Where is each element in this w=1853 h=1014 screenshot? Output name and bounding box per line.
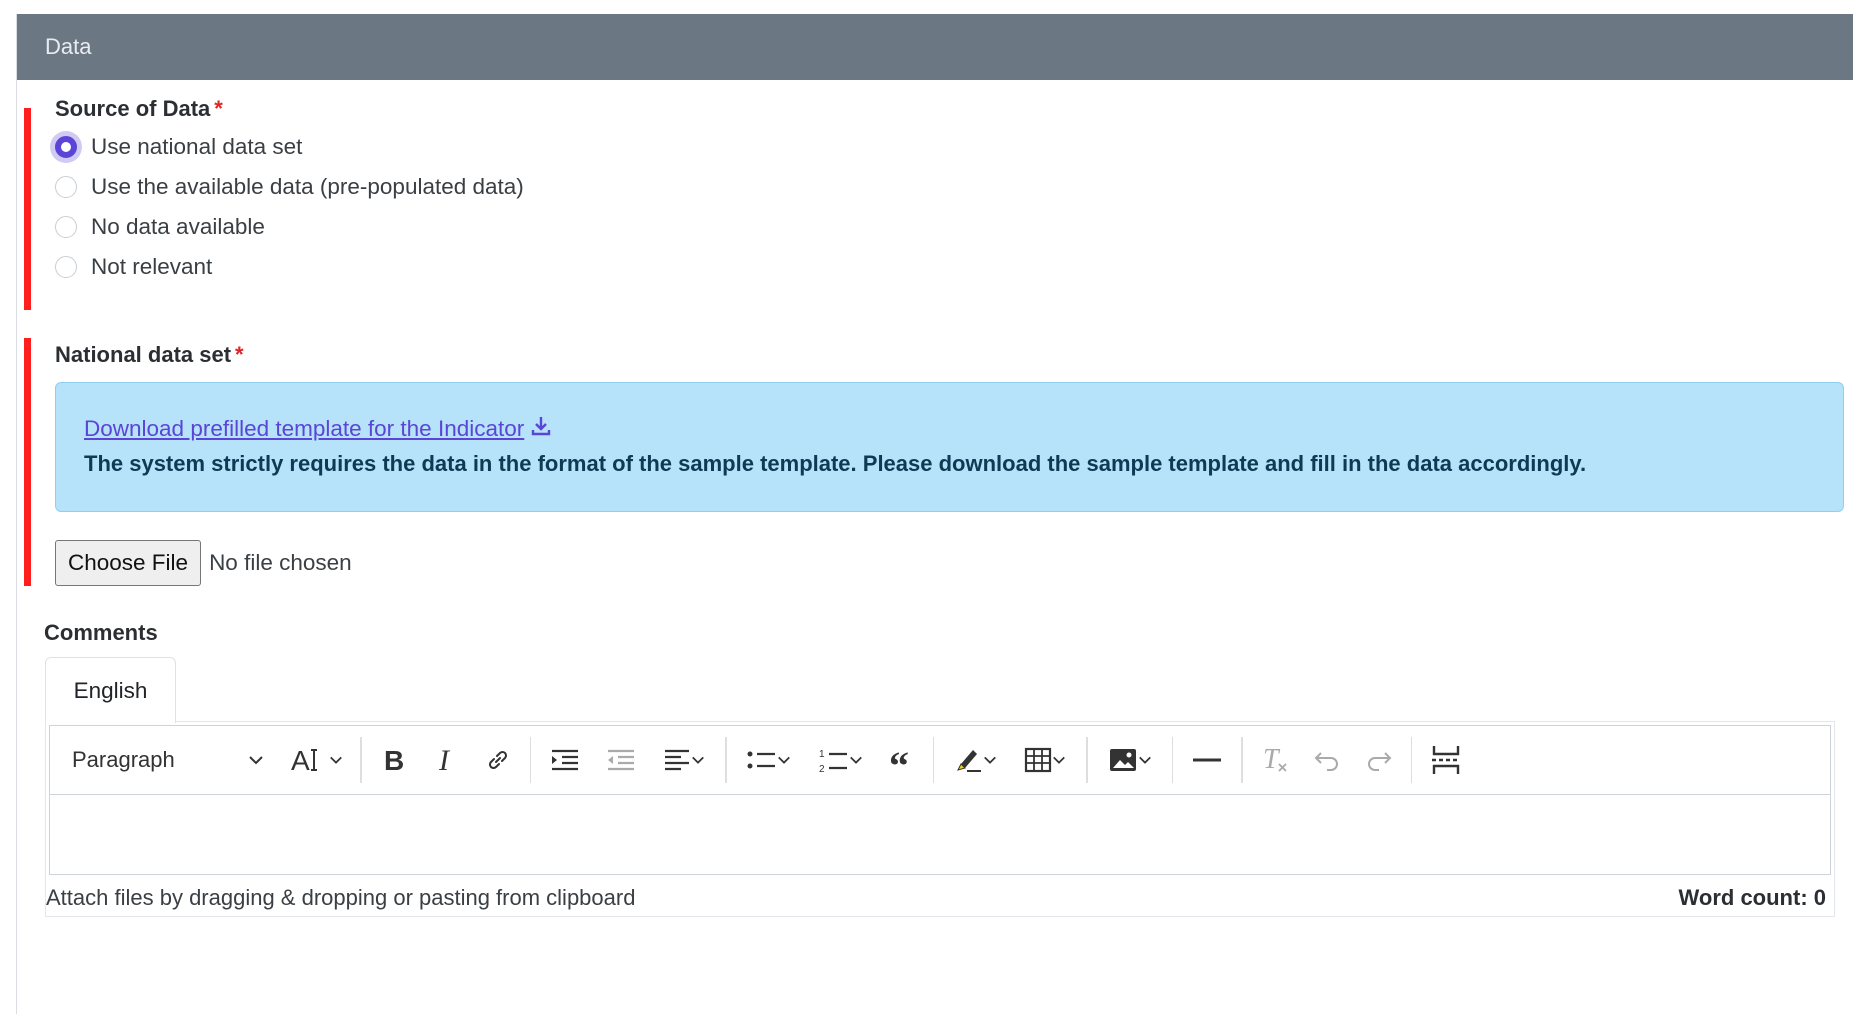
- chevron-down-icon: [329, 755, 343, 765]
- insert-image-dropdown[interactable]: [1094, 726, 1166, 794]
- toolbar-separator: [1171, 737, 1173, 783]
- national-data-set-field: National data set * Download prefilled te…: [24, 338, 1844, 586]
- image-icon: [1108, 747, 1138, 773]
- download-link-text: Download prefilled template for the Indi…: [84, 416, 525, 441]
- editor-status-bar: Attach files by dragging & dropping or p…: [46, 882, 1834, 914]
- block-quote-button[interactable]: “: [877, 726, 927, 794]
- horizontal-line-icon: [1193, 757, 1221, 763]
- indent-icon: [550, 748, 580, 772]
- card-header: Data: [17, 14, 1853, 80]
- tab-english[interactable]: English: [45, 657, 176, 723]
- outdent-button[interactable]: [593, 726, 649, 794]
- svg-text:1: 1: [819, 749, 825, 760]
- download-template-link[interactable]: Download prefilled template for the Indi…: [84, 415, 552, 443]
- toolbar-separator: [1410, 737, 1412, 783]
- comments-label: Comments: [44, 620, 158, 645]
- undo-icon: [1313, 749, 1341, 771]
- bulleted-list-dropdown[interactable]: [733, 726, 805, 794]
- font-size-icon: A: [291, 746, 329, 774]
- chevron-down-icon: [983, 755, 997, 765]
- outdent-icon: [606, 748, 636, 772]
- card-header-title: Data: [45, 34, 92, 59]
- source-of-data-label: Source of Data *: [55, 96, 223, 121]
- svg-text:A: A: [291, 746, 310, 774]
- svg-text:I: I: [438, 746, 451, 774]
- template-requirement-note: The system strictly requires the data in…: [84, 451, 1587, 476]
- undo-button[interactable]: [1301, 726, 1353, 794]
- attach-files-hint: Attach files by dragging & dropping or p…: [46, 885, 636, 910]
- font-size-dropdown[interactable]: A: [280, 726, 354, 794]
- page-break-icon: [1430, 744, 1462, 776]
- toolbar-separator: [360, 737, 362, 783]
- radio-button[interactable]: [55, 176, 77, 198]
- remove-format-button[interactable]: T: [1249, 726, 1301, 794]
- radio-option-no-data[interactable]: No data available: [55, 214, 265, 240]
- required-marker: *: [235, 342, 244, 367]
- toolbar-separator: [1241, 737, 1243, 783]
- toolbar-separator: [725, 737, 727, 783]
- source-of-data-field: Source of Data * Use national data set Us…: [24, 96, 624, 310]
- radio-button[interactable]: [55, 136, 77, 158]
- svg-text:2: 2: [819, 764, 825, 773]
- paragraph-select[interactable]: Paragraph: [50, 726, 280, 794]
- national-data-set-label: National data set *: [55, 342, 244, 367]
- svg-text:B: B: [384, 746, 404, 774]
- link-button[interactable]: [472, 726, 524, 794]
- table-icon: [1024, 747, 1052, 773]
- italic-icon: I: [436, 746, 456, 774]
- choose-file-button[interactable]: Choose File: [55, 540, 202, 586]
- svg-text:T: T: [1263, 746, 1281, 774]
- radio-label: No data available: [91, 214, 265, 239]
- radio-label: Use national data set: [91, 134, 303, 159]
- required-marker: *: [214, 96, 223, 121]
- indent-button[interactable]: [537, 726, 593, 794]
- radio-label: Not relevant: [91, 254, 213, 279]
- radio-option-available[interactable]: Use the available data (pre-populated da…: [55, 174, 524, 200]
- svg-text:“: “: [889, 749, 909, 771]
- template-info-alert: Download prefilled template for the Indi…: [55, 382, 1844, 512]
- bold-icon: B: [382, 746, 406, 774]
- page-title-sliver: [0, 0, 1853, 10]
- horizontal-line-button[interactable]: [1179, 726, 1235, 794]
- radio-option-national[interactable]: Use national data set: [55, 134, 302, 160]
- chevron-down-icon: [248, 755, 264, 765]
- comments-editable-area[interactable]: [49, 795, 1831, 875]
- paragraph-select-value: Paragraph: [72, 747, 175, 772]
- numbered-list-icon: 12: [819, 747, 849, 773]
- comments-editor: Paragraph A B I 12 “: [45, 721, 1835, 917]
- radio-label: Use the available data (pre-populated da…: [91, 174, 524, 199]
- editor-toolbar: Paragraph A B I 12 “: [49, 725, 1831, 795]
- radio-option-not-relevant[interactable]: Not relevant: [55, 254, 212, 280]
- insert-table-dropdown[interactable]: [1010, 726, 1080, 794]
- chevron-down-icon: [849, 755, 863, 765]
- page-break-button[interactable]: [1418, 726, 1474, 794]
- bulleted-list-icon: [747, 748, 777, 772]
- file-input[interactable]: Choose File No file chosen: [55, 540, 352, 586]
- toolbar-separator: [1086, 737, 1088, 783]
- quote-icon: “: [889, 749, 915, 771]
- bold-button[interactable]: B: [368, 726, 420, 794]
- align-icon: [663, 748, 691, 772]
- highlight-dropdown[interactable]: [940, 726, 1010, 794]
- toolbar-separator: [932, 737, 934, 783]
- chevron-down-icon: [1138, 755, 1152, 765]
- italic-button[interactable]: I: [420, 726, 472, 794]
- chevron-down-icon: [1052, 755, 1066, 765]
- word-count: Word count: 0: [1678, 885, 1826, 910]
- radio-button[interactable]: [55, 256, 77, 278]
- redo-button[interactable]: [1353, 726, 1405, 794]
- file-status-text: No file chosen: [209, 550, 352, 575]
- numbered-list-dropdown[interactable]: 12: [805, 726, 877, 794]
- link-icon: [485, 747, 511, 773]
- chevron-down-icon: [691, 755, 705, 765]
- remove-format-icon: T: [1261, 746, 1289, 774]
- redo-icon: [1365, 749, 1393, 771]
- toolbar-separator: [529, 737, 531, 783]
- download-icon: [530, 415, 552, 443]
- radio-button[interactable]: [55, 216, 77, 238]
- alignment-dropdown[interactable]: [649, 726, 719, 794]
- chevron-down-icon: [777, 755, 791, 765]
- highlight-icon: [953, 746, 983, 774]
